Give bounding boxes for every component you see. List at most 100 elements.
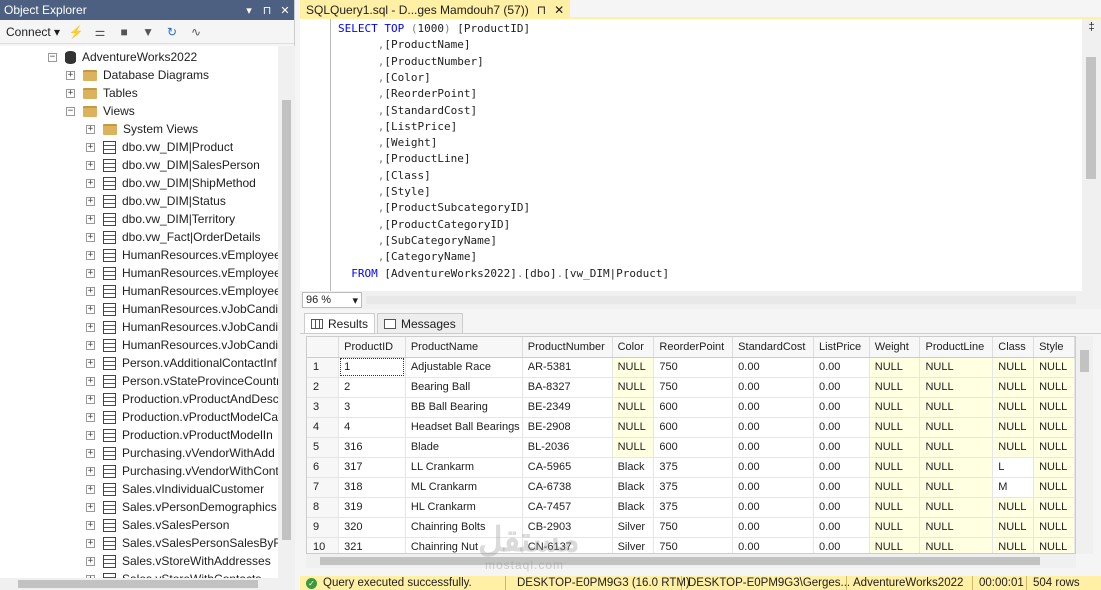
table-row[interactable]: 8 319 HL Crankarm CA-7457 Black 375 0.00 0.00 NU… (307, 497, 1075, 518)
expand-icon[interactable]: + (86, 448, 95, 458)
tree-node[interactable]: + HumanResources.vJobCandi (86, 318, 278, 336)
editor-horizontal-scrollbar[interactable] (366, 296, 1076, 304)
column-header[interactable]: ProductName (405, 337, 523, 358)
table-cell[interactable]: 375 (653, 497, 734, 518)
table-cell[interactable]: NULL (869, 417, 921, 438)
tree-node[interactable]: + Production.vProductAndDesc (86, 390, 278, 408)
code-line[interactable]: ,[ListPrice] (338, 119, 457, 135)
table-cell[interactable]: ML Crankarm (405, 477, 523, 498)
expand-icon[interactable]: + (86, 358, 95, 368)
tree-node[interactable]: + HumanResources.vEmployee (86, 246, 278, 264)
table-cell[interactable]: Bearing Ball (405, 377, 523, 398)
expand-icon[interactable]: + (86, 268, 95, 278)
expand-icon[interactable]: + (86, 340, 95, 350)
expand-icon[interactable]: + (86, 394, 95, 404)
table-row[interactable]: 1 1 Adjustable Race AR-5381 NULL 750 0.00 0.00 N… (307, 357, 1075, 378)
row-number[interactable]: 8 (307, 497, 340, 518)
expand-icon[interactable]: + (86, 322, 95, 332)
code-line[interactable]: ,[ProductCategoryID] (338, 217, 510, 233)
table-cell[interactable]: 750 (653, 537, 734, 553)
column-header[interactable]: ProductNumber (522, 337, 613, 358)
table-cell[interactable]: NULL (1033, 357, 1075, 378)
table-cell[interactable]: BB Ball Bearing (405, 397, 523, 418)
expand-icon[interactable]: + (86, 484, 95, 494)
expand-icon[interactable]: + (86, 178, 95, 188)
column-header[interactable] (307, 337, 340, 358)
table-cell[interactable]: NULL (919, 457, 994, 478)
table-cell[interactable]: Adjustable Race (405, 357, 523, 378)
code-line[interactable]: ,[ProductSubcategoryID] (338, 200, 530, 216)
table-cell[interactable]: NULL (992, 537, 1035, 553)
scroll-thumb[interactable] (1080, 350, 1089, 372)
code-line[interactable]: ,[ProductName] (338, 37, 471, 53)
table-cell[interactable]: NULL (612, 437, 655, 458)
row-number[interactable]: 9 (307, 517, 340, 538)
table-row[interactable]: 2 2 Bearing Ball BA-8327 NULL 750 0.00 0.00 NULL… (307, 377, 1075, 398)
table-cell[interactable]: NULL (612, 417, 655, 438)
table-cell[interactable]: NULL (1033, 497, 1075, 518)
code-line[interactable]: ,[Style] (338, 184, 431, 200)
table-cell[interactable]: CA-5965 (522, 457, 613, 478)
table-cell[interactable]: LL Crankarm (405, 457, 523, 478)
table-cell[interactable]: 0.00 (813, 377, 870, 398)
connect-button[interactable]: Connect ▾ (6, 25, 60, 39)
tree-node[interactable]: + Tables (66, 84, 138, 102)
tree-node[interactable]: + Purchasing.vVendorWithCont (86, 462, 278, 480)
tree-node[interactable]: + Sales.vSalesPerson (86, 516, 229, 534)
table-cell[interactable]: 0.00 (813, 517, 870, 538)
table-row[interactable]: 5 316 Blade BL-2036 NULL 600 0.00 0.00 NULL NULL N… (307, 437, 1075, 458)
table-cell[interactable]: 600 (653, 397, 734, 418)
table-cell[interactable]: M (992, 477, 1035, 498)
table-row[interactable]: 6 317 LL Crankarm CA-5965 Black 375 0.00 0.00 NU… (307, 457, 1075, 478)
code-line[interactable]: FROM [AdventureWorks2022].[dbo].[vw_DIM|… (338, 266, 669, 282)
table-cell[interactable]: 0.00 (813, 477, 870, 498)
tree-node[interactable]: + HumanResources.vJobCandi (86, 300, 278, 318)
tree-node[interactable]: + Person.vAdditionalContactInf (86, 354, 277, 372)
table-cell[interactable]: 0.00 (732, 537, 814, 553)
expand-icon[interactable]: + (86, 502, 95, 512)
tree-node[interactable]: + dbo.vw_DIM|Product (86, 138, 233, 156)
table-cell[interactable]: NULL (869, 517, 921, 538)
table-cell[interactable]: 600 (653, 437, 734, 458)
table-cell[interactable]: Black (612, 497, 655, 518)
tree-node[interactable]: + HumanResources.vJobCandi (86, 336, 278, 354)
table-cell[interactable]: NULL (919, 537, 994, 553)
table-cell[interactable]: NULL (992, 497, 1035, 518)
table-cell[interactable]: 0.00 (732, 517, 814, 538)
object-explorer-horizontal-scrollbar[interactable] (0, 578, 295, 590)
column-header[interactable]: ProductID (338, 337, 406, 358)
row-number[interactable]: 3 (307, 397, 340, 418)
table-cell[interactable]: BE-2349 (522, 397, 613, 418)
table-cell[interactable]: 0.00 (732, 377, 814, 398)
tree-node[interactable]: + dbo.vw_DIM|Territory (86, 210, 235, 228)
collapse-icon[interactable]: − (48, 52, 57, 62)
table-cell[interactable]: 0.00 (813, 457, 870, 478)
table-cell[interactable]: NULL (1033, 457, 1075, 478)
table-cell[interactable]: 0.00 (813, 357, 870, 378)
expand-icon[interactable]: + (86, 466, 95, 476)
table-cell[interactable]: NULL (919, 357, 994, 378)
tree-node[interactable]: + dbo.vw_Fact|OrderDetails (86, 228, 261, 246)
row-number[interactable]: 10 (307, 537, 340, 553)
column-header[interactable]: Style (1033, 337, 1075, 358)
table-cell[interactable]: NULL (869, 457, 921, 478)
table-cell[interactable]: NULL (1033, 477, 1075, 498)
expand-icon[interactable]: + (86, 250, 95, 260)
table-cell[interactable]: NULL (869, 477, 921, 498)
close-icon[interactable]: ✕ (554, 3, 564, 17)
expand-icon[interactable]: + (86, 160, 95, 170)
table-cell[interactable]: 0.00 (813, 497, 870, 518)
table-cell[interactable]: BA-8327 (522, 377, 613, 398)
table-cell[interactable]: CA-7457 (522, 497, 613, 518)
table-cell[interactable]: 0.00 (813, 437, 870, 458)
table-cell[interactable]: Silver (612, 517, 655, 538)
filter-icon[interactable]: ▼ (140, 25, 156, 39)
table-cell[interactable]: NULL (992, 397, 1035, 418)
table-cell[interactable]: NULL (869, 357, 921, 378)
window-position-icon[interactable]: ▾ (240, 4, 258, 17)
table-row[interactable]: 9 320 Chainring Bolts CB-2903 Silver 750 0.00 0… (307, 517, 1075, 538)
tree-node[interactable]: + dbo.vw_DIM|SalesPerson (86, 156, 260, 174)
table-cell[interactable]: Headset Ball Bearings (405, 417, 523, 438)
table-cell[interactable]: NULL (869, 537, 921, 553)
table-cell[interactable]: 1 (338, 357, 406, 378)
